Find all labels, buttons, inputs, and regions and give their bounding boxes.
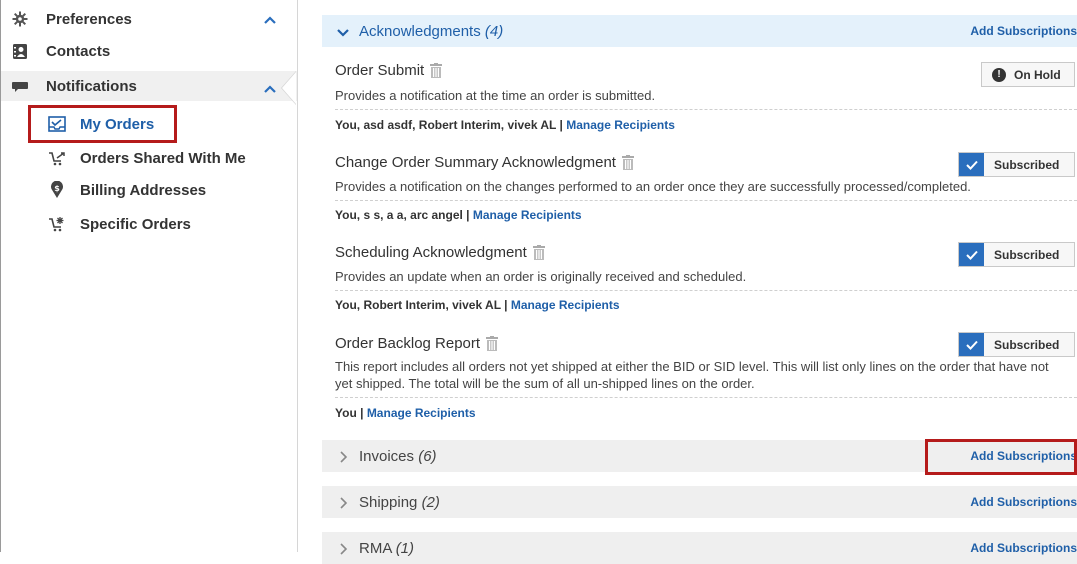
- section-shipping[interactable]: Shipping (2) Add Subscriptions: [322, 486, 1077, 518]
- comment-icon: [12, 78, 28, 94]
- sidebar-item-label: Notifications: [46, 77, 137, 95]
- notification-title: Order Submit: [335, 62, 443, 79]
- check-icon: [959, 153, 984, 176]
- divider: [335, 290, 1077, 291]
- manage-recipients-link[interactable]: Manage Recipients: [511, 298, 620, 312]
- highlight-add-subscriptions: [925, 439, 1077, 475]
- status-label: Subscribed: [994, 157, 1060, 172]
- active-pointer-fill: [282, 72, 296, 104]
- sidebar-item-label: Billing Addresses: [80, 181, 207, 199]
- location-dollar-icon: $: [48, 181, 66, 199]
- subscribed-toggle[interactable]: Subscribed: [958, 332, 1075, 357]
- gear-icon: [12, 11, 28, 27]
- trash-icon[interactable]: [621, 155, 634, 170]
- check-icon: [959, 333, 984, 356]
- divider: [335, 200, 1077, 201]
- sidebar-subitem-orders-shared[interactable]: Orders Shared With Me: [1, 144, 297, 172]
- recipients: You, s s, a a, arc angel | Manage Recipi…: [335, 208, 582, 222]
- sidebar-subitem-specific-orders[interactable]: Specific Orders: [1, 210, 297, 238]
- sidebar-item-label: Preferences: [46, 10, 132, 28]
- section-title: RMA (1): [359, 539, 415, 557]
- check-icon: [959, 243, 984, 266]
- recipients: You, asd asdf, Robert Interim, vivek AL …: [335, 118, 675, 132]
- section-title: Shipping (2): [359, 493, 440, 511]
- divider: [335, 397, 1077, 398]
- chevron-down-icon: [337, 25, 349, 37]
- manage-recipients-link[interactable]: Manage Recipients: [367, 406, 476, 420]
- sidebar-item-preferences[interactable]: Preferences: [1, 4, 297, 34]
- cart-share-icon: [48, 149, 66, 167]
- chevron-up-icon[interactable]: [263, 82, 277, 96]
- section-title: Invoices (6): [359, 447, 437, 465]
- cart-star-icon: [48, 215, 66, 233]
- notification-title: Scheduling Acknowledgment: [335, 244, 545, 261]
- notification-description: This report includes all orders not yet …: [335, 359, 1049, 391]
- highlight-my-orders: [28, 105, 177, 143]
- add-subscriptions-link[interactable]: Add Subscriptions: [970, 495, 1077, 509]
- add-subscriptions-link[interactable]: Add Subscriptions: [970, 24, 1077, 38]
- sidebar-item-label: Orders Shared With Me: [80, 149, 246, 167]
- manage-recipients-link[interactable]: Manage Recipients: [566, 118, 675, 132]
- recipients: You, Robert Interim, vivek AL | Manage R…: [335, 298, 620, 312]
- notification-title: Order Backlog Report: [335, 335, 499, 352]
- sidebar-item-contacts[interactable]: Contacts: [1, 36, 297, 66]
- divider: [335, 109, 1077, 110]
- chevron-right-icon: [337, 542, 349, 555]
- on-hold-button[interactable]: ! On Hold: [981, 62, 1075, 87]
- sidebar-subitem-billing-addresses[interactable]: $ Billing Addresses: [1, 176, 297, 204]
- contact-card-icon: [12, 43, 28, 59]
- add-subscriptions-link[interactable]: Add Subscriptions: [970, 541, 1077, 555]
- section-acknowledgments[interactable]: Acknowledgments (4) Add Subscriptions: [322, 15, 1077, 47]
- sidebar-item-notifications[interactable]: Notifications: [1, 71, 297, 101]
- chevron-right-icon: [337, 450, 349, 463]
- trash-icon[interactable]: [532, 245, 545, 260]
- notification-description: Provides a notification on the changes p…: [335, 179, 971, 194]
- notification-order-submit: Order Submit Provides a notification at …: [335, 62, 1077, 136]
- alert-icon: !: [992, 67, 1006, 82]
- sidebar-item-label: Specific Orders: [80, 215, 191, 233]
- trash-icon[interactable]: [486, 336, 499, 351]
- manage-recipients-link[interactable]: Manage Recipients: [473, 208, 582, 222]
- subscribed-toggle[interactable]: Subscribed: [958, 152, 1075, 177]
- sidebar-item-label: Contacts: [46, 42, 111, 60]
- status-label: On Hold: [1014, 67, 1061, 82]
- notification-title: Change Order Summary Acknowledgment: [335, 154, 634, 171]
- sidebar-divider: [297, 0, 298, 552]
- chevron-right-icon: [337, 496, 349, 509]
- chevron-up-icon[interactable]: [263, 13, 277, 27]
- section-rma[interactable]: RMA (1) Add Subscriptions: [322, 532, 1077, 564]
- sidebar: Preferences Contacts Notifications My Or…: [1, 0, 297, 552]
- status-label: Subscribed: [994, 337, 1060, 352]
- recipients: You | Manage Recipients: [335, 406, 476, 420]
- section-title: Acknowledgments (4): [359, 22, 504, 40]
- notification-description: Provides an update when an order is orig…: [335, 269, 747, 284]
- notification-description: Provides a notification at the time an o…: [335, 88, 656, 103]
- subscribed-toggle[interactable]: Subscribed: [958, 242, 1075, 267]
- status-label: Subscribed: [994, 247, 1060, 262]
- svg-text:$: $: [54, 184, 60, 193]
- trash-icon[interactable]: [430, 63, 443, 78]
